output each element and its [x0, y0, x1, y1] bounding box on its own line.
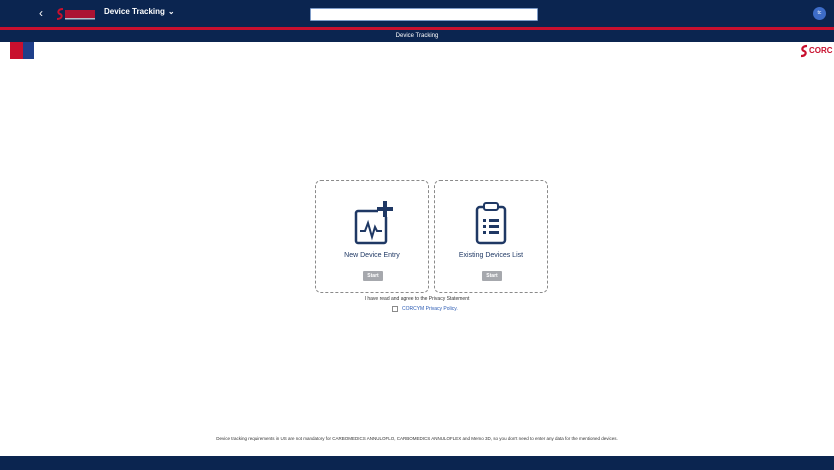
page-subheader: Device Tracking: [0, 30, 834, 42]
back-button[interactable]: ‹: [34, 6, 48, 20]
accent-red-block: [10, 42, 23, 59]
start-button[interactable]: Start: [363, 271, 383, 281]
page-title: Device Tracking: [395, 33, 439, 39]
privacy-checkbox[interactable]: [392, 306, 398, 312]
ecg-monitor-plus-icon: [316, 199, 428, 249]
app-root: ‹ Device Tracking ⌄ tc Device Tracking C…: [0, 0, 834, 470]
corner-brand-logo: CORC: [800, 44, 834, 58]
privacy-policy-link[interactable]: CORCYM Privacy Policy.: [402, 306, 458, 312]
tile-existing-devices-list[interactable]: Existing Devices List Start: [434, 180, 548, 293]
app-title-menu[interactable]: Device Tracking ⌄: [104, 7, 175, 16]
footer-bar: [0, 456, 834, 470]
search-input[interactable]: [310, 8, 538, 21]
tile-label: Existing Devices List: [458, 252, 524, 259]
clipboard-list-icon: [435, 199, 547, 249]
start-button[interactable]: Start: [482, 271, 502, 281]
tile-label: New Device Entry: [344, 252, 400, 259]
privacy-consent: CORCYM Privacy Policy.: [392, 306, 458, 312]
tile-new-device-entry[interactable]: New Device Entry Start: [315, 180, 429, 293]
corcym-logo[interactable]: [56, 7, 96, 21]
privacy-statement-text: I have read and agree to the Privacy Sta…: [364, 296, 470, 302]
user-avatar[interactable]: tc: [813, 7, 826, 20]
disclaimer-text: Device tracking requirements in US are n…: [216, 436, 618, 441]
corner-logo-text: CORC: [809, 46, 833, 55]
corcym-logo-icon: [56, 8, 95, 20]
chevron-down-icon: ⌄: [167, 6, 175, 16]
accent-blue-block: [23, 42, 34, 59]
shell-bar: ‹ Device Tracking ⌄ tc: [0, 0, 834, 27]
app-title-text: Device Tracking: [104, 7, 165, 16]
